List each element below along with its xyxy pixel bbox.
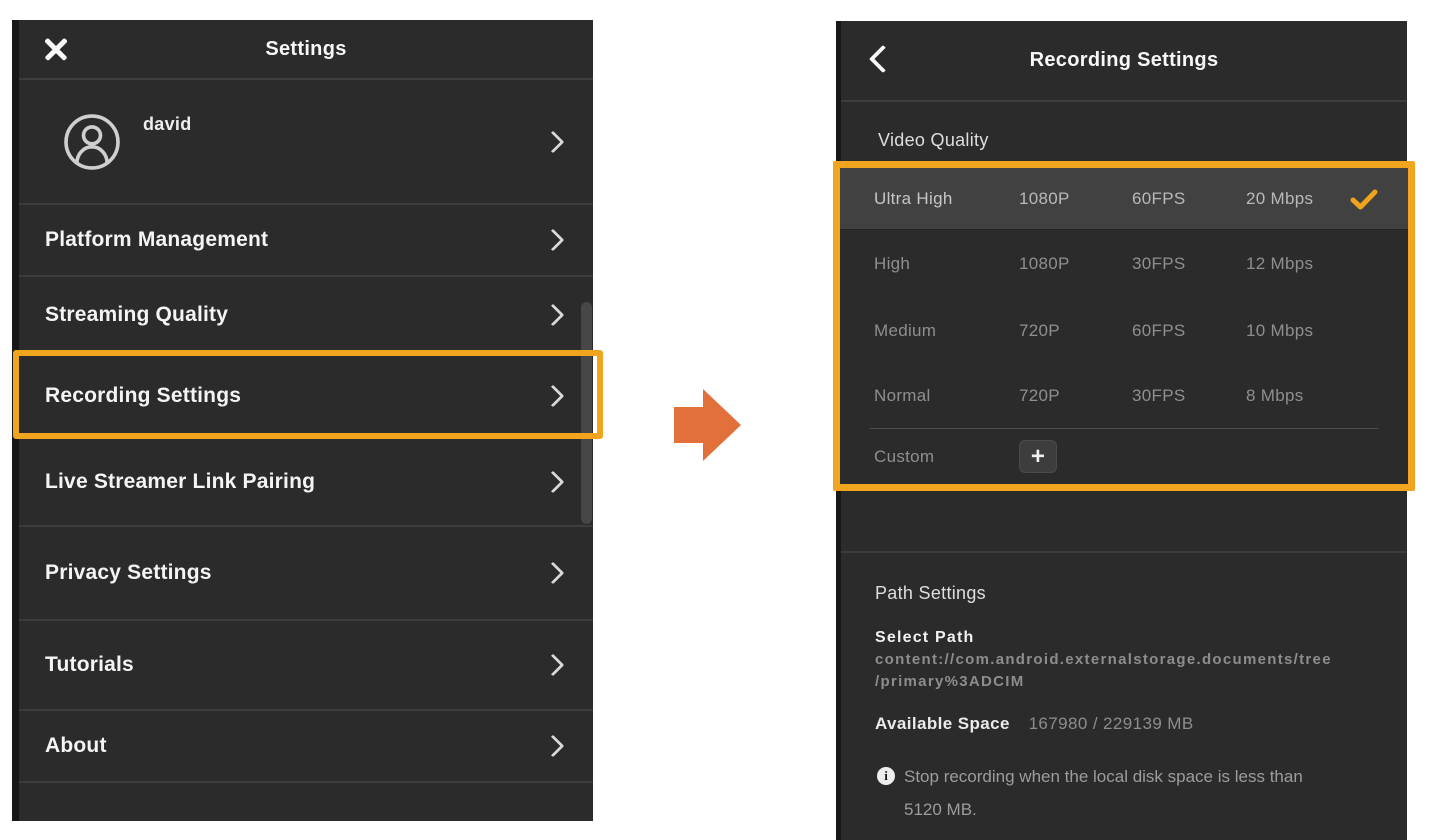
- select-path-label: Select Path: [875, 627, 1377, 649]
- menu-item-tutorials[interactable]: Tutorials: [19, 619, 593, 709]
- quality-bitrate: 20 Mbps: [1246, 189, 1350, 209]
- storage-path-line1: content://com.android.externalstorage.do…: [875, 649, 1377, 671]
- info-icon: i: [877, 767, 895, 785]
- disk-space-notice: i Stop recording when the local disk spa…: [875, 760, 1377, 826]
- menu-item-live-streamer-link-pairing[interactable]: Live Streamer Link Pairing: [19, 437, 593, 525]
- quality-bitrate: 10 Mbps: [1246, 321, 1350, 341]
- path-settings-section-label: Path Settings: [875, 581, 1377, 605]
- available-space-value: 167980 / 229139 MB: [1029, 714, 1194, 733]
- quality-name: Ultra High: [874, 189, 1019, 209]
- recording-settings-header: Recording Settings: [841, 21, 1407, 102]
- arrow-right-icon: [674, 389, 740, 461]
- quality-row-high[interactable]: High 1080P 30FPS 12 Mbps: [840, 230, 1408, 298]
- menu-item-label: Tutorials: [45, 653, 134, 677]
- menu-item-about[interactable]: About: [19, 709, 593, 781]
- quality-name: Medium: [874, 321, 1019, 341]
- quality-resolution: 720P: [1019, 321, 1132, 341]
- menu-item-label: Streaming Quality: [45, 303, 228, 327]
- menu-item-label: Platform Management: [45, 228, 268, 252]
- quality-name: Normal: [874, 386, 1019, 406]
- chevron-right-icon: [542, 471, 565, 494]
- quality-resolution: 1080P: [1019, 254, 1132, 274]
- add-custom-quality-button[interactable]: +: [1019, 440, 1057, 473]
- settings-title: Settings: [19, 38, 593, 61]
- recording-settings-title: Recording Settings: [841, 49, 1407, 72]
- settings-screen: Settings david Platform Management Strea…: [12, 20, 593, 821]
- notice-text: Stop recording when the local disk space…: [904, 760, 1303, 826]
- menu-item-streaming-quality[interactable]: Streaming Quality: [19, 275, 593, 352]
- quality-fps: 30FPS: [1132, 254, 1246, 274]
- arrow-head: [703, 389, 741, 461]
- quality-name: High: [874, 254, 1019, 274]
- quality-fps: 60FPS: [1132, 189, 1246, 209]
- section-divider: [841, 551, 1407, 553]
- available-space-label: Available Space: [875, 714, 1010, 733]
- settings-header: Settings: [19, 20, 593, 78]
- chevron-right-icon: [542, 384, 565, 407]
- available-space-row: Available Space 167980 / 229139 MB: [875, 712, 1377, 736]
- recording-settings-screen: Recording Settings Video Quality Ultra H…: [836, 21, 1407, 840]
- quality-row-normal[interactable]: Normal 720P 30FPS 8 Mbps: [840, 364, 1408, 428]
- video-quality-table: Ultra High 1080P 60FPS 20 Mbps High 1080…: [833, 161, 1415, 491]
- menu-item-privacy-settings[interactable]: Privacy Settings: [19, 525, 593, 619]
- chevron-right-icon: [542, 130, 565, 153]
- quality-row-custom[interactable]: Custom +: [840, 429, 1408, 484]
- chevron-right-icon: [542, 303, 565, 326]
- storage-path-line2: /primary%3ADCIM: [875, 671, 1377, 693]
- video-quality-section-label: Video Quality: [841, 128, 1407, 152]
- panel-footer-spacer: [19, 781, 593, 821]
- chevron-right-icon: [542, 562, 565, 585]
- menu-item-recording-settings[interactable]: Recording Settings: [19, 352, 593, 437]
- notice-line1: Stop recording when the local disk space…: [904, 767, 1303, 786]
- quality-bitrate: 12 Mbps: [1246, 254, 1350, 274]
- quality-fps: 30FPS: [1132, 386, 1246, 406]
- quality-resolution: 720P: [1019, 386, 1132, 406]
- account-row[interactable]: david: [19, 78, 593, 203]
- user-avatar-icon: [63, 113, 121, 171]
- quality-fps: 60FPS: [1132, 321, 1246, 341]
- menu-item-label: About: [45, 734, 107, 758]
- chevron-right-icon: [542, 735, 565, 758]
- quality-resolution: 1080P: [1019, 189, 1132, 209]
- menu-item-label: Privacy Settings: [45, 561, 212, 585]
- scrollbar-thumb[interactable]: [581, 302, 592, 524]
- menu-item-label: Live Streamer Link Pairing: [45, 470, 315, 494]
- quality-row-ultra-high[interactable]: Ultra High 1080P 60FPS 20 Mbps: [840, 168, 1408, 230]
- quality-row-medium[interactable]: Medium 720P 60FPS 10 Mbps: [840, 298, 1408, 364]
- chevron-right-icon: [542, 654, 565, 677]
- user-name: david: [143, 114, 192, 135]
- arrow-shaft: [674, 407, 704, 443]
- screenshot-canvas: { "left_panel": { "title": "Settings", "…: [0, 0, 1443, 840]
- menu-item-label: Recording Settings: [45, 384, 241, 408]
- quality-bitrate: 8 Mbps: [1246, 386, 1350, 406]
- menu-item-platform-management[interactable]: Platform Management: [19, 203, 593, 275]
- chevron-right-icon: [542, 229, 565, 252]
- quality-name: Custom: [874, 447, 1019, 467]
- select-path-setting[interactable]: Select Path content://com.android.extern…: [875, 627, 1377, 693]
- path-settings-section: Path Settings Select Path content://com.…: [841, 581, 1407, 826]
- notice-line2: 5120 MB.: [904, 800, 977, 819]
- check-icon: [1350, 188, 1378, 210]
